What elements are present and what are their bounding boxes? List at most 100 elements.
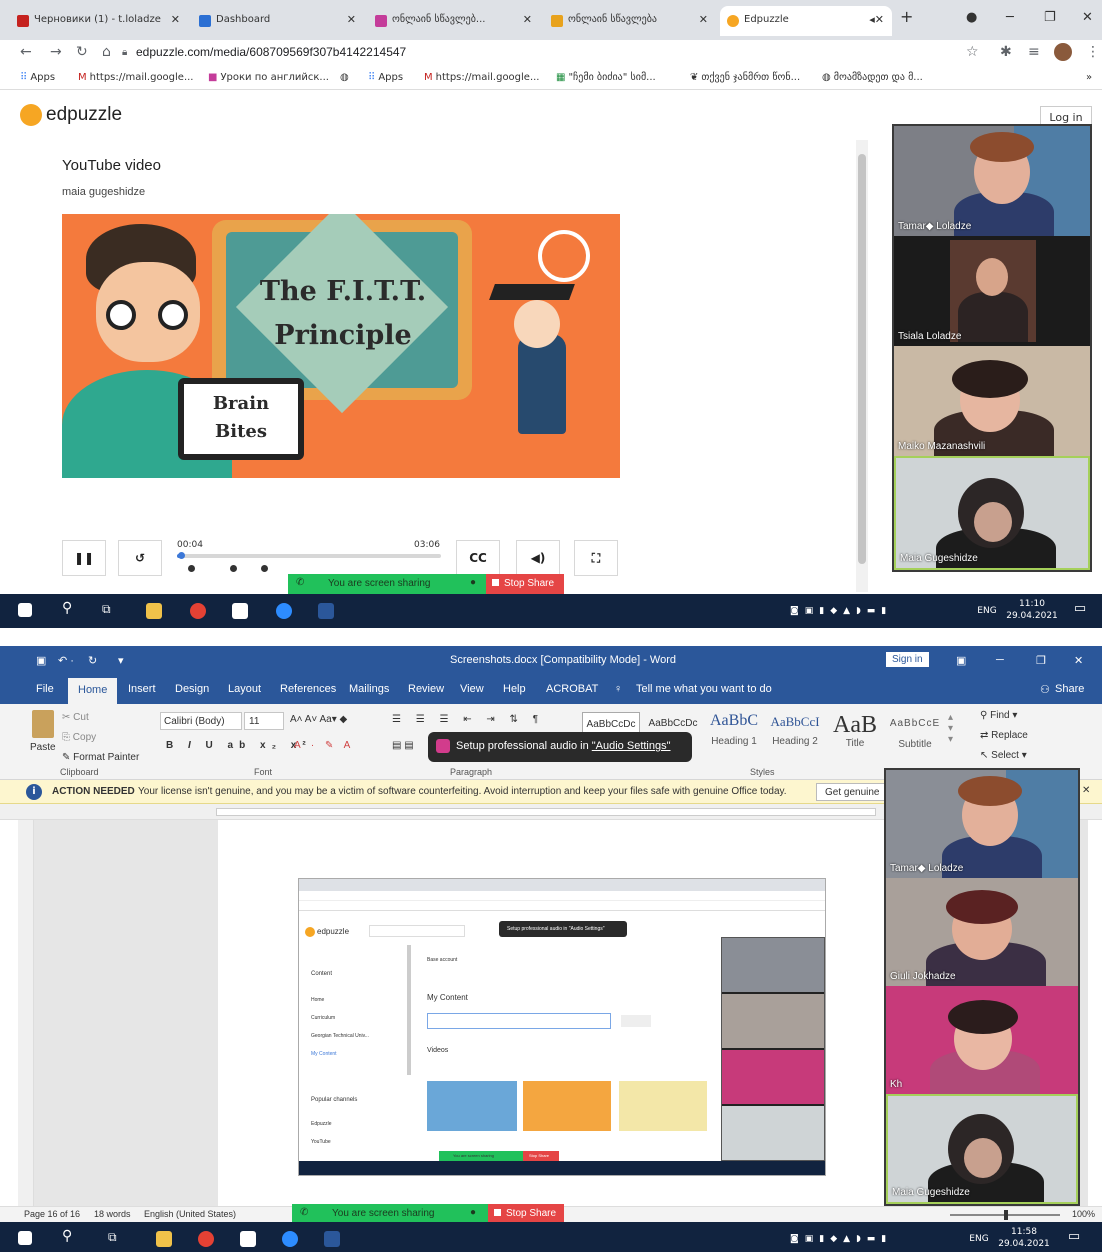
zoom-video-tile-active[interactable]: Maia Gugeshidze [894,456,1090,570]
close-window-icon[interactable]: ✕ [1082,10,1093,25]
chrome-icon[interactable] [190,603,206,619]
close-tab-icon[interactable]: ◂✕ [869,13,884,26]
customize-toolbar-icon[interactable]: ▾ [118,654,124,667]
bookmark-apps-2[interactable]: ⠿ Apps [368,72,403,83]
scrollbar-thumb[interactable] [858,154,866,564]
word-icon[interactable] [318,603,334,619]
question-marker[interactable] [261,565,268,572]
sign-in-button[interactable]: Sign in [886,652,929,667]
video-player[interactable]: The F.I.T.T. Principle Brain Bites [62,214,620,478]
search-icon[interactable]: ⚲ [62,1228,78,1244]
ribbon-display-icon[interactable]: ▣ [956,654,966,667]
cut-button[interactable]: ✂ Cut [62,712,89,723]
redo-icon[interactable]: ↻ [88,654,97,667]
system-tray-icons[interactable]: ◙▣▮◆▲◗▬▮ [790,605,970,617]
back-icon[interactable]: ← [20,44,32,60]
bookmark-weight[interactable]: ❦ თქვენ ჯანმრთ წონ... [690,72,800,83]
tab-insert[interactable]: Insert [128,683,156,695]
tab-design[interactable]: Design [175,683,209,695]
question-marker[interactable] [188,565,195,572]
close-tab-icon[interactable]: ✕ [523,13,532,26]
style-title[interactable]: AaB Title [826,712,884,758]
list-icons[interactable]: ☰ ☰ ☰ ⇤ ⇥ ⇅ ¶ [392,714,544,725]
clock[interactable]: 11:58 29.04.2021 [996,1226,1052,1250]
volume-button[interactable]: ◀︎) [516,540,560,576]
replace-button[interactable]: ⇄ Replace [980,730,1028,741]
seek-handle[interactable] [178,552,185,559]
windows-start-icon[interactable] [18,603,32,617]
forward-icon[interactable]: → [50,44,62,60]
close-warning-icon[interactable]: ✕ [1082,785,1090,796]
edpuzzle-logo[interactable]: edpuzzle [46,104,122,126]
search-icon[interactable]: ⚲ [62,600,78,616]
reload-icon[interactable]: ↻ [76,44,88,60]
notifications-icon[interactable]: ▭ [1070,602,1090,615]
close-tab-icon[interactable]: ✕ [347,13,356,26]
zoom-video-tile[interactable]: Tsiala Loladze [894,236,1090,346]
file-explorer-icon[interactable] [156,1231,172,1247]
undo-icon[interactable]: ↶ · [58,654,74,667]
style-heading-1[interactable]: AaBbC Heading 1 [704,712,764,758]
question-marker[interactable] [230,565,237,572]
zoom-video-tile[interactable]: Tamar◆ Loladze [886,770,1078,878]
windows-start-icon[interactable] [18,1231,32,1245]
extensions-icon[interactable]: ✱ [1000,44,1012,60]
minimize-icon[interactable]: ─ [1006,10,1014,25]
zoom-video-tile-active[interactable]: Maia Gugeshidze [886,1094,1078,1204]
close-window-icon[interactable]: ✕ [1074,654,1083,667]
tab-view[interactable]: View [460,683,484,695]
rewind-button[interactable]: ↺ [118,540,162,576]
notifications-icon[interactable]: ▭ [1064,1230,1084,1243]
browser-tab-online-1[interactable]: ონლაინ სწავლებ... ✕ [368,6,540,36]
browser-tab-dashboard[interactable]: Dashboard ✕ [192,6,364,36]
file-explorer-icon[interactable] [146,603,162,619]
zoom-icon[interactable] [282,1231,298,1247]
align-icons[interactable]: ▤ ▤ [392,740,414,751]
task-view-icon[interactable]: ⧉ [108,1230,124,1246]
bookmark-english[interactable]: ■ Уроки по английск... [208,72,329,83]
tab-mailings[interactable]: Mailings [349,683,389,695]
reading-list-icon[interactable]: ≡ [1028,44,1040,60]
font-color-icons[interactable]: A · ✎ A [294,740,354,751]
language-indicator[interactable]: ENG [974,605,1000,617]
tab-review[interactable]: Review [408,683,444,695]
bookmark-prepare[interactable]: ◍ მოამზადეთ და მ... [822,72,923,83]
bookmark-mail-2[interactable]: Mhttps://mail.google... [424,72,540,83]
share-icon[interactable]: ⚇ [1040,683,1050,696]
paste-button[interactable]: Paste [30,742,56,753]
clock[interactable]: 11:10 29.04.2021 [1004,598,1060,622]
tab-acrobat[interactable]: ACROBAT [546,683,598,695]
tab-home[interactable]: Home [68,678,118,704]
tab-references[interactable]: References [280,683,336,695]
fullscreen-button[interactable]: ⛶ [574,540,618,576]
browser-tab-online-2[interactable]: ონლაინ სწავლება ✕ [544,6,716,36]
tab-help[interactable]: Help [503,683,526,695]
bookmark-globe[interactable]: ◍ [340,72,352,83]
url-field[interactable]: edpuzzle.com/media/608709569f307b4142214… [136,45,406,59]
zoom-video-tile[interactable]: Tamar◆ Loladze [894,126,1090,236]
stop-share-button[interactable]: Stop Share [488,1204,564,1224]
task-view-icon[interactable]: ⧉ [102,602,118,618]
page-count[interactable]: Page 16 of 16 [24,1209,80,1219]
tab-layout[interactable]: Layout [228,683,261,695]
audio-settings-tooltip[interactable]: Setup professional audio in "Audio Setti… [428,732,692,762]
system-tray-icons[interactable]: ◙▣▮◆▲◗▬▮ [790,1233,962,1245]
word-icon[interactable] [324,1231,340,1247]
language-indicator[interactable]: ENG [966,1233,992,1245]
stop-share-button[interactable]: Stop Share [486,574,564,594]
font-name-select[interactable]: Calibri (Body) [160,712,242,730]
browser-tab-edpuzzle[interactable]: Edpuzzle ◂✕ [720,6,892,36]
font-size-select[interactable]: 11 [244,712,284,730]
captions-button[interactable]: CC [456,540,500,576]
zoom-video-tile[interactable]: Maiko Mazanashvili [894,346,1090,456]
paste-icon[interactable] [32,710,54,738]
format-painter-button[interactable]: ✎ Format Painter [62,752,139,763]
select-button[interactable]: ↖ Select ▾ [980,750,1027,761]
style-heading-2[interactable]: AaBbCcI Heading 2 [766,712,824,758]
app-icon[interactable] [232,603,248,619]
zoom-slider-handle[interactable] [1004,1210,1008,1220]
zoom-video-tile[interactable]: Kh [886,986,1078,1094]
bookmark-star-icon[interactable]: ☆ [966,44,979,60]
share-button[interactable]: Share [1055,683,1084,695]
app-icon[interactable] [240,1231,256,1247]
